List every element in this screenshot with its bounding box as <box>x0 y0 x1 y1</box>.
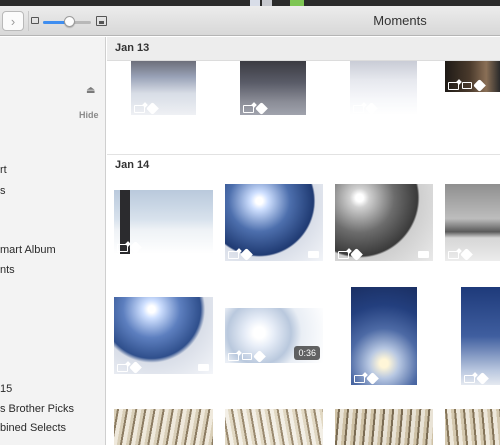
photo-thumbnail[interactable] <box>114 409 213 445</box>
sidebar-hide-button[interactable]: Hide <box>79 110 99 120</box>
keyword-tag-icon <box>129 241 142 254</box>
edited-icon <box>448 81 459 90</box>
keyword-tag-icon <box>350 248 363 261</box>
photo-thumbnail[interactable] <box>445 409 500 445</box>
edited-icon <box>464 374 475 383</box>
video-duration: 0:36 <box>294 346 320 360</box>
zoom-slider-knob[interactable] <box>64 16 76 27</box>
keyword-tag-icon <box>240 248 253 261</box>
eject-icon[interactable]: ⏏ <box>86 85 95 96</box>
toolbar-separator <box>28 11 29 31</box>
photo-badges <box>117 241 142 254</box>
zoom-in-icon[interactable] <box>96 16 107 26</box>
sidebar-item[interactable]: bined Selects <box>0 422 66 434</box>
edited-icon <box>228 250 239 259</box>
edited-icon <box>338 250 349 259</box>
edited-icon <box>354 374 365 383</box>
photo-thumbnail[interactable] <box>350 61 417 115</box>
video-thumbnail[interactable]: 0:36 <box>225 308 323 363</box>
edited-icon <box>228 352 239 361</box>
sidebar-item[interactable]: s <box>0 185 6 197</box>
moment-header: Jan 13 <box>107 37 500 61</box>
photo-thumbnail[interactable] <box>225 184 323 261</box>
briefcase-icon <box>198 364 209 371</box>
keyword-tag-icon <box>146 102 159 115</box>
photo-badges <box>353 102 378 115</box>
briefcase-icon <box>418 251 429 258</box>
photo-badges <box>448 248 473 261</box>
chevron-right-icon: › <box>10 13 16 29</box>
photo-badges <box>243 102 268 115</box>
window-title: Moments <box>373 13 427 28</box>
photo-badges <box>228 350 266 363</box>
moment-title: Jan 14 <box>115 159 150 171</box>
photo-badges <box>228 248 253 261</box>
photo-badges <box>338 248 363 261</box>
sidebar-item-smart-album[interactable]: mart Album <box>0 244 56 256</box>
sidebar-item[interactable]: nts <box>0 264 15 276</box>
moment-title: Jan 13 <box>115 42 150 54</box>
sidebar: ⏏ Hide rt s mart Album nts 15 s Brother … <box>0 37 106 445</box>
edited-icon <box>353 104 364 113</box>
keyword-tag-icon <box>255 102 268 115</box>
sidebar-item[interactable]: s Brother Picks <box>0 403 74 415</box>
photo-badges <box>134 102 159 115</box>
keyword-tag-icon <box>129 361 142 374</box>
photo-thumbnail[interactable] <box>114 190 213 254</box>
sidebar-item[interactable]: 15 <box>0 383 12 395</box>
photo-badges <box>448 79 486 92</box>
video-icon <box>462 82 472 89</box>
edited-icon <box>243 104 254 113</box>
photo-grid: Jan 13 Jan 14 0:36 <box>107 37 500 445</box>
keyword-tag-icon <box>473 79 486 92</box>
section-divider <box>107 154 500 155</box>
video-icon <box>242 353 252 360</box>
photo-badges <box>117 361 142 374</box>
edited-icon <box>448 250 459 259</box>
forward-button[interactable]: › <box>2 11 24 31</box>
photo-thumbnail[interactable] <box>225 409 323 445</box>
edited-icon <box>117 243 128 252</box>
sidebar-item[interactable]: rt <box>0 164 7 176</box>
photo-thumbnail[interactable] <box>131 61 196 115</box>
photo-thumbnail[interactable] <box>335 184 433 261</box>
photo-thumbnail[interactable] <box>445 184 500 261</box>
photo-badges <box>354 372 379 385</box>
photo-badges <box>464 372 489 385</box>
photo-thumbnail[interactable] <box>114 297 213 374</box>
keyword-tag-icon <box>460 248 473 261</box>
briefcase-icon <box>308 251 319 258</box>
photo-thumbnail[interactable] <box>240 61 306 115</box>
keyword-tag-icon <box>476 372 489 385</box>
edited-icon <box>117 363 128 372</box>
keyword-tag-icon <box>366 372 379 385</box>
keyword-tag-icon <box>253 350 266 363</box>
photo-thumbnail[interactable] <box>335 409 433 445</box>
photo-thumbnail[interactable] <box>351 287 417 385</box>
zoom-out-icon[interactable] <box>31 17 39 24</box>
photo-thumbnail[interactable] <box>445 61 500 92</box>
toolbar: › Moments <box>0 6 500 36</box>
edited-icon <box>134 104 145 113</box>
keyword-tag-icon <box>365 102 378 115</box>
photo-thumbnail[interactable] <box>461 287 500 385</box>
